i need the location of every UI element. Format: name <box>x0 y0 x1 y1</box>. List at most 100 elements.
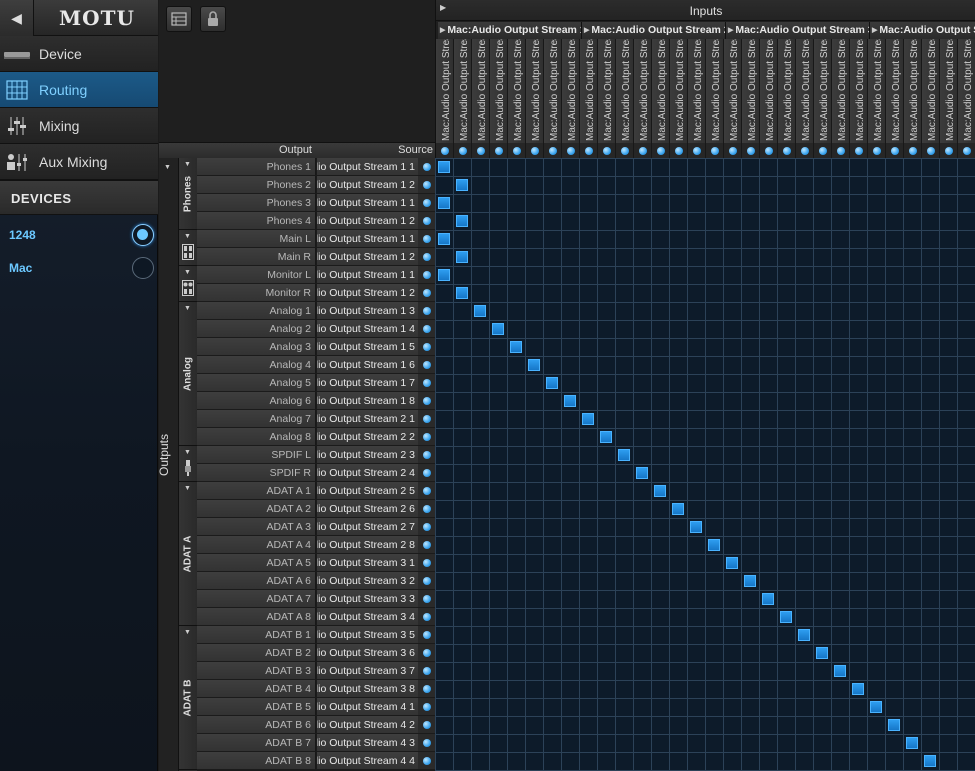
source-name[interactable]: Mac:Audio Output Stream 2 8 <box>317 536 418 553</box>
device-select-radio[interactable] <box>132 257 154 279</box>
collapse-triangle-icon[interactable]: ▼ <box>184 233 191 240</box>
nav-item-routing[interactable]: Routing <box>0 72 158 108</box>
output-row-indicator[interactable] <box>418 446 435 463</box>
output-group[interactable]: ▼ ADAT A <box>179 482 197 626</box>
input-stream-group[interactable]: ▶Mac:Audio Output Stream 4 <box>870 22 975 39</box>
routing-connection-cell[interactable] <box>762 593 774 605</box>
output-row-indicator[interactable] <box>418 572 435 589</box>
output-row-indicator[interactable] <box>418 158 435 175</box>
collapse-triangle-icon[interactable]: ▼ <box>184 305 191 312</box>
output-row-indicator[interactable] <box>418 428 435 445</box>
routing-connection-cell[interactable] <box>546 377 558 389</box>
input-column-indicator[interactable] <box>778 143 796 158</box>
input-column-indicator[interactable] <box>508 143 526 158</box>
lock-button[interactable] <box>200 6 226 32</box>
routing-connection-cell[interactable] <box>492 323 504 335</box>
input-column-indicator[interactable] <box>688 143 706 158</box>
source-name[interactable]: Mac:Audio Output Stream 1 2 <box>317 176 418 193</box>
output-row-indicator[interactable] <box>418 536 435 553</box>
input-column-indicator[interactable] <box>634 143 652 158</box>
source-name[interactable]: Mac:Audio Output Stream 2 4 <box>317 464 418 481</box>
output-row-indicator[interactable] <box>418 374 435 391</box>
routing-connection-cell[interactable] <box>924 755 936 767</box>
input-column-indicator[interactable] <box>868 143 886 158</box>
input-column-indicator[interactable] <box>796 143 814 158</box>
input-column-indicator[interactable] <box>904 143 922 158</box>
output-row-indicator[interactable] <box>418 680 435 697</box>
list-view-button[interactable] <box>166 6 192 32</box>
output-row-indicator[interactable] <box>418 482 435 499</box>
nav-item-aux-mixing[interactable]: Aux Mixing <box>0 144 158 180</box>
source-name[interactable]: Mac:Audio Output Stream 3 3 <box>317 590 418 607</box>
device-select-radio[interactable] <box>132 224 154 246</box>
collapse-triangle-icon[interactable]: ▼ <box>184 629 191 636</box>
input-column-indicator[interactable] <box>580 143 598 158</box>
input-column-indicator[interactable] <box>958 143 975 158</box>
output-row-indicator[interactable] <box>418 644 435 661</box>
output-row-indicator[interactable] <box>418 734 435 751</box>
output-row-indicator[interactable] <box>418 716 435 733</box>
source-name[interactable]: Mac:Audio Output Stream 1 8 <box>317 392 418 409</box>
routing-connection-cell[interactable] <box>798 629 810 641</box>
input-stream-group[interactable]: ▶ Mac:Audio Output Stream 3 <box>726 22 870 39</box>
output-row-indicator[interactable] <box>418 518 435 535</box>
output-group[interactable]: ▼ <box>179 266 197 302</box>
routing-connection-cell[interactable] <box>438 161 450 173</box>
output-group[interactable]: ▼ <box>179 230 197 266</box>
source-name[interactable]: Mac:Audio Output Stream 1 1 <box>317 158 418 175</box>
routing-connection-cell[interactable] <box>564 395 576 407</box>
routing-connection-cell[interactable] <box>438 197 450 209</box>
input-column-indicator[interactable] <box>490 143 508 158</box>
source-name[interactable]: Mac:Audio Output Stream 2 6 <box>317 500 418 517</box>
routing-connection-cell[interactable] <box>852 683 864 695</box>
source-name[interactable]: Mac:Audio Output Stream 4 4 <box>317 752 418 769</box>
output-row-indicator[interactable] <box>418 392 435 409</box>
input-column-indicator[interactable] <box>760 143 778 158</box>
routing-connection-cell[interactable] <box>600 431 612 443</box>
source-name[interactable]: Mac:Audio Output Stream 3 4 <box>317 608 418 625</box>
source-name[interactable]: Mac:Audio Output Stream 2 3 <box>317 446 418 463</box>
routing-connection-cell[interactable] <box>456 287 468 299</box>
collapse-triangle-icon[interactable]: ▼ <box>164 164 171 171</box>
routing-connection-cell[interactable] <box>834 665 846 677</box>
device-item-1248[interactable]: 1248 <box>0 218 158 251</box>
collapse-triangle-icon[interactable]: ▼ <box>184 485 191 492</box>
output-group[interactable]: ▼ ADAT B <box>179 626 197 770</box>
routing-connection-cell[interactable] <box>654 485 666 497</box>
output-row-indicator[interactable] <box>418 626 435 643</box>
output-row-indicator[interactable] <box>418 248 435 265</box>
routing-connection-cell[interactable] <box>906 737 918 749</box>
routing-matrix[interactable] <box>435 158 975 771</box>
input-column-indicator[interactable] <box>706 143 724 158</box>
output-row-indicator[interactable] <box>418 356 435 373</box>
routing-connection-cell[interactable] <box>456 179 468 191</box>
output-row-indicator[interactable] <box>418 302 435 319</box>
output-row-indicator[interactable] <box>418 320 435 337</box>
source-name[interactable]: Mac:Audio Output Stream 1 1 <box>317 230 418 247</box>
source-name[interactable]: Mac:Audio Output Stream 3 2 <box>317 572 418 589</box>
source-name[interactable]: Mac:Audio Output Stream 1 5 <box>317 338 418 355</box>
nav-item-device[interactable]: Device <box>0 36 158 72</box>
source-name[interactable]: Mac:Audio Output Stream 4 1 <box>317 698 418 715</box>
source-name[interactable]: Mac:Audio Output Stream 1 4 <box>317 320 418 337</box>
source-name[interactable]: Mac:Audio Output Stream 2 5 <box>317 482 418 499</box>
input-column-indicator[interactable] <box>472 143 490 158</box>
output-row-indicator[interactable] <box>418 176 435 193</box>
source-name[interactable]: Mac:Audio Output Stream 1 6 <box>317 356 418 373</box>
collapse-triangle-icon[interactable]: ▼ <box>184 449 191 456</box>
source-name[interactable]: Mac:Audio Output Stream 2 7 <box>317 518 418 535</box>
source-name[interactable]: Mac:Audio Output Stream 1 3 <box>317 302 418 319</box>
input-column-indicator[interactable] <box>940 143 958 158</box>
output-row-indicator[interactable] <box>418 284 435 301</box>
source-name[interactable]: Mac:Audio Output Stream 2 2 <box>317 428 418 445</box>
output-row-indicator[interactable] <box>418 212 435 229</box>
routing-connection-cell[interactable] <box>474 305 486 317</box>
input-column-indicator[interactable] <box>652 143 670 158</box>
input-column-indicator[interactable] <box>814 143 832 158</box>
output-row-indicator[interactable] <box>418 464 435 481</box>
input-column-indicator[interactable] <box>544 143 562 158</box>
source-name[interactable]: Mac:Audio Output Stream 3 8 <box>317 680 418 697</box>
source-name[interactable]: Mac:Audio Output Stream 4 2 <box>317 716 418 733</box>
back-button[interactable]: ◀ <box>0 0 34 36</box>
input-column-indicator[interactable] <box>526 143 544 158</box>
